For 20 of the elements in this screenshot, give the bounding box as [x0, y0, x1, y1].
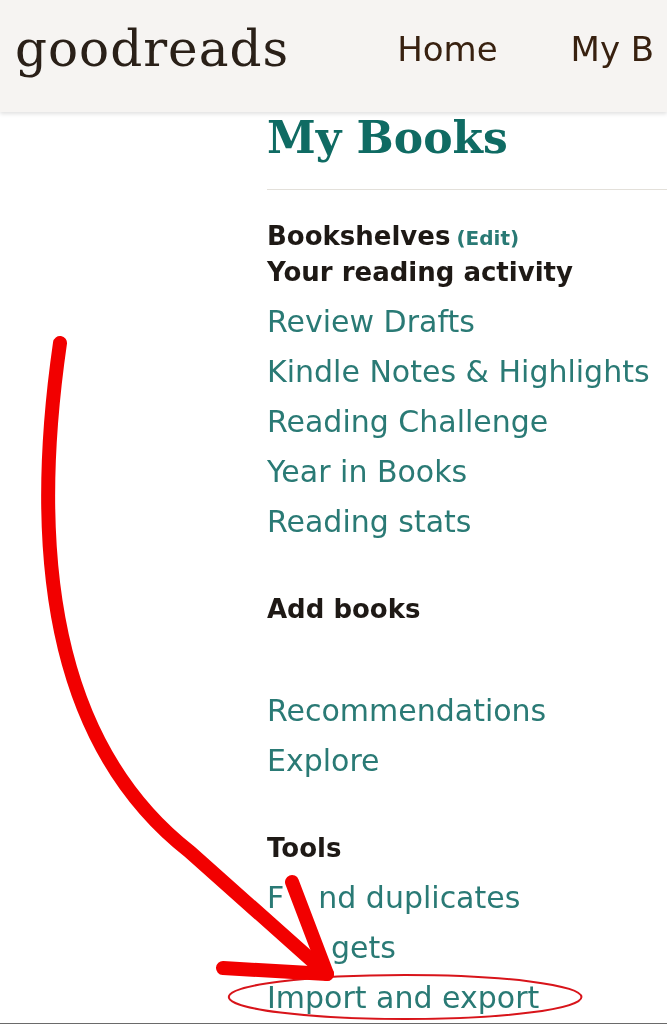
sidebar-link[interactable]: Reading Challenge	[267, 404, 549, 440]
sidebar-link[interactable]: Recommendations	[267, 693, 547, 729]
section-title: Bookshelves	[267, 220, 451, 253]
sidebar-link[interactable]: Explore	[267, 743, 380, 779]
nav-link[interactable]: Home	[397, 29, 498, 69]
section-title: Add books	[267, 593, 421, 626]
sidebar-link[interactable]: Import and export	[267, 980, 540, 1016]
sidebar-link[interactable]: Review Drafts	[267, 304, 475, 340]
section-title: Your reading activity	[267, 256, 573, 289]
page-heading: My Books	[267, 112, 508, 164]
sidebar-link[interactable]: F	[267, 880, 285, 916]
sidebar-link[interactable]: nd duplicates	[318, 880, 521, 916]
site-logo[interactable]: goodreads	[15, 19, 290, 79]
sidebar-link[interactable]: Year in Books	[267, 454, 468, 490]
edit-link[interactable]: (Edit)	[456, 221, 520, 255]
nav-link[interactable]: My B	[570, 29, 655, 69]
section-title: Tools	[267, 832, 342, 865]
sidebar-link[interactable]: Kindle Notes & Highlights	[267, 354, 650, 390]
sidebar-link[interactable]: gets	[331, 930, 396, 966]
sidebar-link[interactable]: Reading stats	[267, 504, 472, 540]
